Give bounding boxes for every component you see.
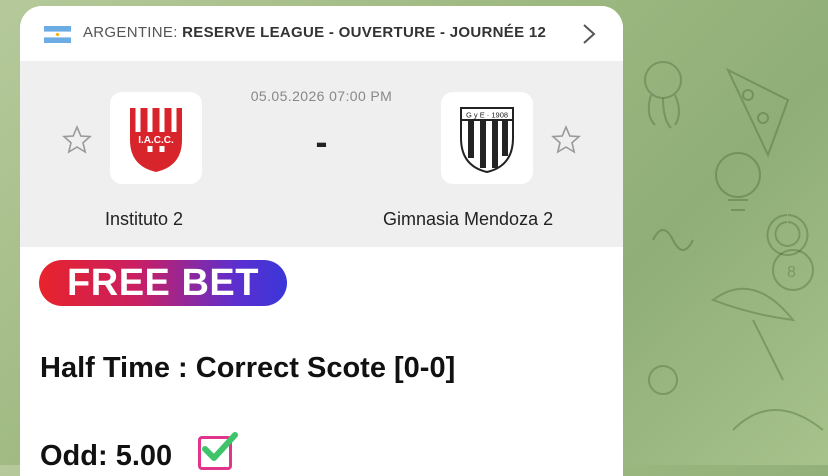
svg-text:8: 8: [787, 264, 796, 281]
match-panel: 05.05.2026 07:00 PM I.A.C.C. - G y E · 1…: [20, 61, 623, 247]
odd-text: Odd: 5.00: [40, 440, 173, 472]
league-country: ARGENTINE:: [83, 24, 178, 41]
free-bet-badge: FREE BET: [39, 260, 287, 306]
favorite-away-star-icon[interactable]: [550, 124, 582, 156]
league-title: ARGENTINE: RESERVE LEAGUE - OUVERTURE - …: [83, 24, 546, 41]
match-card: ARGENTINE: RESERVE LEAGUE - OUVERTURE - …: [20, 6, 623, 476]
prediction-text: Half Time : Correct Scote [0-0]: [40, 352, 456, 384]
check-mark-icon: [202, 432, 238, 461]
league-header[interactable]: ARGENTINE: RESERVE LEAGUE - OUVERTURE - …: [20, 6, 623, 61]
argentina-flag-icon: [44, 26, 71, 43]
away-team-name: Gimnasia Mendoza 2: [383, 209, 554, 229]
away-team-logo[interactable]: G y E · 1908: [441, 92, 533, 184]
home-team-name: Instituto 2: [105, 209, 184, 229]
league-name: RESERVE LEAGUE - OUVERTURE - JOURNÉE 12: [182, 24, 547, 41]
gimnasia-crest-icon: G y E · 1908: [460, 107, 514, 174]
chevron-right-icon[interactable]: [581, 22, 597, 46]
background-doodles: 8: [644, 61, 824, 431]
away-logo-text: G y E · 1908: [466, 111, 508, 120]
